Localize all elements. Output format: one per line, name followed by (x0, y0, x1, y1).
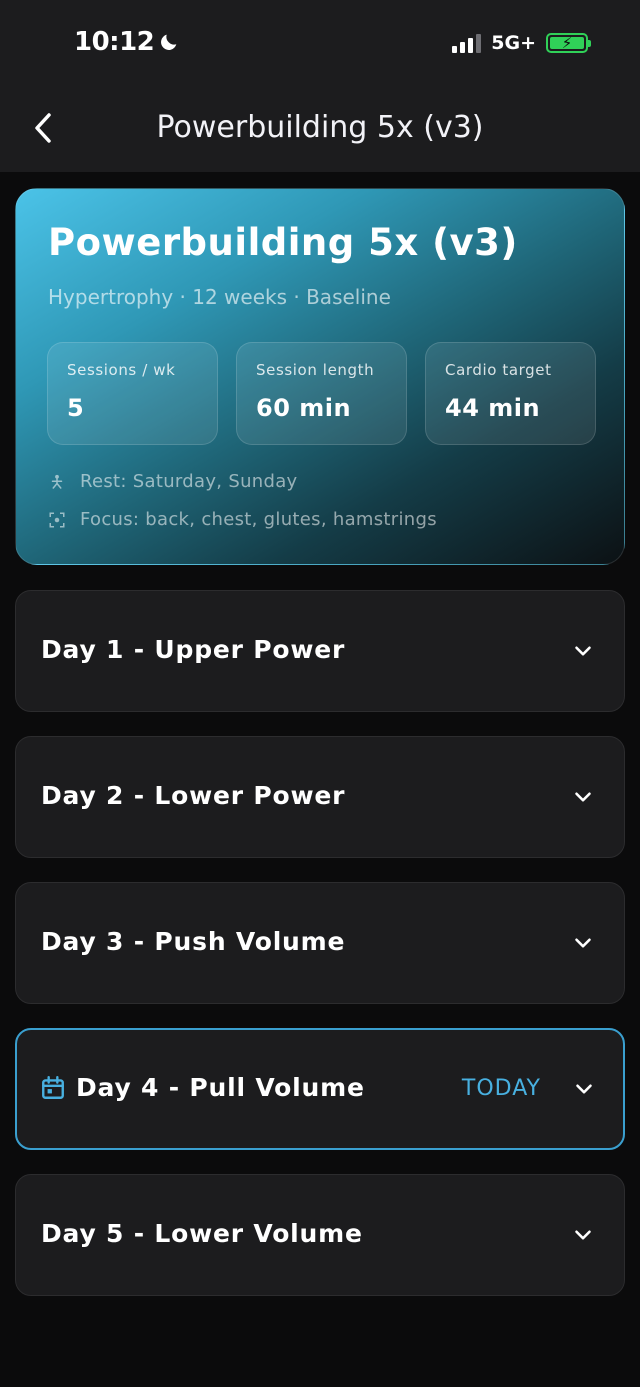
today-badge: TODAY (461, 1076, 541, 1101)
stat-session-length: Session length 60 min (236, 342, 407, 445)
rest-person-icon (51, 474, 63, 489)
day-card-1[interactable]: Day 1 - Upper Power (15, 590, 625, 712)
stat-sessions-per-week: Sessions / wk 5 (47, 342, 218, 445)
program-stats: Sessions / wk 5 Session length 60 min Ca… (47, 342, 596, 445)
rest-days-row: Rest: Saturday, Sunday (48, 471, 298, 492)
stat-label: Cardio target (445, 361, 552, 379)
chevron-down-icon[interactable] (570, 638, 596, 664)
stat-label: Session length (256, 361, 375, 379)
day-title: Day 4 - Pull Volume (40, 1073, 365, 1102)
rest-days-text: Rest: Saturday, Sunday (80, 471, 298, 492)
page-title: Powerbuilding 5x (v3) (156, 110, 484, 145)
status-time: 10:12 (74, 27, 180, 57)
day-title-text: Day 3 - Push Volume (41, 927, 346, 956)
stat-cardio-target: Cardio target 44 min (425, 342, 596, 445)
day-card-5[interactable]: Day 5 - Lower Volume (15, 1174, 625, 1296)
battery-charging-icon: ⚡ (546, 33, 591, 53)
day-card-4-today[interactable]: Day 4 - Pull Volume TODAY (15, 1028, 625, 1150)
status-bar: 10:12 5G+ ⚡ (0, 0, 640, 88)
day-title-text: Day 2 - Lower Power (41, 781, 346, 810)
day-title: Day 3 - Push Volume (41, 927, 345, 956)
day-title-text: Day 4 - Pull Volume (76, 1073, 365, 1102)
day-title: Day 5 - Lower Volume (41, 1219, 363, 1248)
chevron-down-icon[interactable] (571, 1076, 597, 1102)
program-subtitle: Hypertrophy · 12 weeks · Baseline (48, 285, 391, 309)
stat-value: 44 min (445, 394, 541, 422)
stat-value: 60 min (256, 394, 352, 422)
moon-icon (161, 34, 177, 50)
chevron-down-icon[interactable] (570, 1222, 596, 1248)
clock-text: 10:12 (74, 27, 155, 57)
day-card-3[interactable]: Day 3 - Push Volume (15, 882, 625, 1004)
focus-target-icon (49, 512, 65, 527)
focus-row: Focus: back, chest, glutes, hamstrings (48, 509, 437, 530)
day-title-text: Day 1 - Upper Power (41, 635, 346, 664)
chevron-down-icon[interactable] (570, 930, 596, 956)
calendar-icon (42, 1075, 64, 1099)
stat-label: Sessions / wk (67, 361, 176, 379)
day-title: Day 1 - Upper Power (41, 635, 345, 664)
stat-value: 5 (67, 394, 85, 422)
navigation-bar: Powerbuilding 5x (v3) (0, 88, 640, 172)
status-indicators: 5G+ ⚡ (452, 32, 591, 54)
focus-text: Focus: back, chest, glutes, hamstrings (80, 509, 437, 530)
day-card-2[interactable]: Day 2 - Lower Power (15, 736, 625, 858)
cellular-signal-icon (452, 33, 482, 53)
day-title-text: Day 5 - Lower Volume (41, 1219, 363, 1248)
network-type: 5G+ (491, 32, 536, 54)
chevron-down-icon[interactable] (570, 784, 596, 810)
program-title: Powerbuilding 5x (v3) (48, 221, 518, 264)
program-summary-card: Powerbuilding 5x (v3) Hypertrophy · 12 w… (15, 188, 625, 565)
day-title: Day 2 - Lower Power (41, 781, 345, 810)
